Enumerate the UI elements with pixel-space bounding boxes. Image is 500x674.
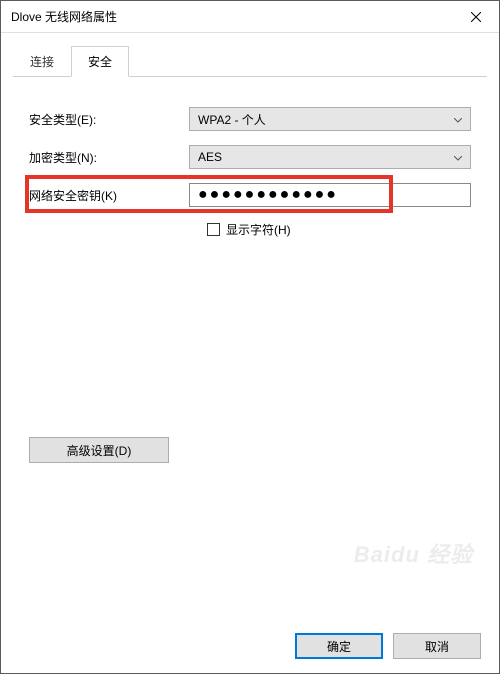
row-security-key: 网络安全密钥(K) ●●●●●●●●●●●● bbox=[29, 183, 471, 207]
row-show-chars: 显示字符(H) bbox=[207, 221, 471, 238]
security-type-select[interactable]: WPA2 - 个人 bbox=[189, 107, 471, 131]
button-label: 取消 bbox=[425, 638, 449, 655]
tab-label: 安全 bbox=[88, 55, 112, 69]
window-title: Dlove 无线网络属性 bbox=[11, 8, 453, 25]
ok-button[interactable]: 确定 bbox=[295, 633, 383, 659]
watermark: Baidu 经验 bbox=[354, 537, 473, 569]
chevron-down-icon bbox=[454, 150, 462, 164]
encryption-type-label: 加密类型(N): bbox=[29, 149, 189, 166]
select-value: WPA2 - 个人 bbox=[198, 111, 266, 128]
cancel-button[interactable]: 取消 bbox=[393, 633, 481, 659]
encryption-type-select[interactable]: AES bbox=[189, 145, 471, 169]
button-label: 高级设置(D) bbox=[67, 442, 132, 459]
tab-panel-security: 安全类型(E): WPA2 - 个人 加密类型(N): AES bbox=[13, 77, 487, 619]
show-chars-label: 显示字符(H) bbox=[226, 221, 291, 238]
titlebar: Dlove 无线网络属性 bbox=[1, 1, 499, 33]
close-button[interactable] bbox=[453, 1, 499, 33]
security-type-label: 安全类型(E): bbox=[29, 111, 189, 128]
dialog-footer: 确定 取消 bbox=[1, 619, 499, 673]
advanced-settings-button[interactable]: 高级设置(D) bbox=[29, 437, 169, 463]
button-label: 确定 bbox=[327, 638, 351, 655]
tab-label: 连接 bbox=[30, 55, 54, 69]
close-icon bbox=[471, 12, 481, 22]
content-area: 连接 安全 安全类型(E): WPA2 - 个人 加密类型(N): AES bbox=[1, 33, 499, 619]
chevron-down-icon bbox=[454, 112, 462, 126]
show-chars-checkbox[interactable] bbox=[207, 223, 220, 236]
tab-security[interactable]: 安全 bbox=[71, 46, 129, 77]
input-value: ●●●●●●●●●●●● bbox=[198, 186, 338, 204]
tab-connect[interactable]: 连接 bbox=[13, 46, 71, 77]
tab-strip: 连接 安全 bbox=[13, 45, 487, 77]
security-key-label: 网络安全密钥(K) bbox=[29, 187, 189, 204]
security-key-input[interactable]: ●●●●●●●●●●●● bbox=[189, 183, 471, 207]
row-security-type: 安全类型(E): WPA2 - 个人 bbox=[29, 107, 471, 131]
dialog-window: Dlove 无线网络属性 连接 安全 安全类型(E): WPA2 - 个人 加密… bbox=[0, 0, 500, 674]
row-encryption-type: 加密类型(N): AES bbox=[29, 145, 471, 169]
select-value: AES bbox=[198, 150, 222, 164]
